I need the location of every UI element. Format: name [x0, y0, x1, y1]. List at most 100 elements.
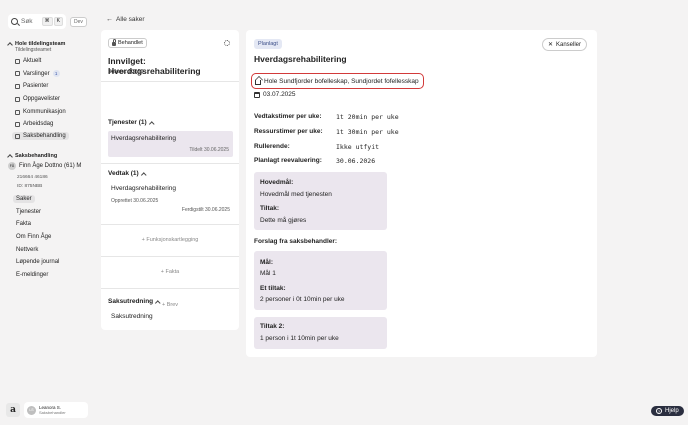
sidebar-item-label: Kommunikasjon	[23, 109, 66, 115]
status-badge: Behandlet	[108, 38, 147, 48]
tiltak2-header: Tiltak 2:	[260, 323, 285, 330]
calendar-icon	[15, 121, 20, 127]
detail-title: Hverdagsrehabilitering	[254, 54, 347, 64]
tjenester-toggle[interactable]: Tjenester (1)	[108, 119, 154, 126]
et-tiltak-value: 2 personer i 0t 10min per uke	[260, 296, 345, 303]
saksutredning-toggle[interactable]: Saksutredning	[108, 298, 161, 305]
row-value: 1t 20min per uke	[336, 113, 399, 121]
forslag-box: Mål: Mål 1 Et tiltak: 2 personer i 0t 10…	[254, 251, 387, 310]
service-detail-card: Planlagt ✕ Kanseller Hverdagsrehabiliter…	[246, 30, 597, 357]
sidebar-item-label: Aktuelt	[23, 58, 42, 64]
back-link[interactable]: ← Alle saker	[106, 16, 145, 23]
cancel-button[interactable]: ✕ Kanseller	[541, 38, 587, 51]
sidebar-item-label: Pasienter	[23, 83, 49, 89]
bell-icon	[15, 71, 20, 76]
user-role: Saksbehandler	[39, 410, 66, 415]
case-nav-tjenester[interactable]: Tjenester	[13, 208, 44, 216]
chevron-up-icon	[7, 42, 13, 48]
user-menu[interactable]: LS Leanora S. Saksbehandler	[24, 402, 88, 418]
add-kartlegging-button[interactable]: + Funksjonskartlegging	[101, 237, 239, 243]
patient-id: ID: 875NBB	[17, 184, 43, 189]
tiltak-value: Dette må gjøres	[260, 217, 307, 224]
case-card: Behandlet Innvilget: Hverdagsrehabiliter…	[101, 30, 239, 330]
search-placeholder: Søk	[21, 18, 33, 25]
sidebar-item-label: Saksbehandling	[23, 133, 66, 139]
arrow-left-icon: ←	[106, 16, 113, 23]
tiltak-header: Tiltak:	[260, 205, 280, 212]
cancel-label: Kanseller	[555, 41, 581, 48]
row-label: Ressurstimer per uke:	[254, 128, 323, 135]
help-button[interactable]: ? Hjelp	[651, 406, 684, 416]
folder-icon	[15, 133, 20, 139]
divider	[101, 224, 239, 225]
patient-link[interactable]: FÅ Finn Åge Dottno (61) M	[8, 162, 81, 170]
sidebar-item-pasienter[interactable]: Pasienter	[12, 82, 51, 90]
tiltak2-box: Tiltak 2: 1 person i 1t 10min per uke	[254, 317, 387, 349]
divider	[101, 256, 239, 257]
vedtak-finished: Ferdigstilt 30.06.2025	[181, 207, 230, 213]
tiltak2-value: 1 person i 1t 10min per uke	[260, 335, 339, 342]
case-nav-journal[interactable]: Løpende journal	[13, 258, 62, 266]
row-label: Vedtakstimer per uke:	[254, 113, 322, 120]
add-fakta-button[interactable]: + Fakta	[101, 269, 239, 275]
chevron-up-icon	[7, 154, 13, 160]
sidebar-item-saksbehandling[interactable]: Saksbehandling	[12, 132, 69, 140]
row-label: Rullerende:	[254, 143, 290, 150]
chevron-up-icon	[140, 172, 146, 177]
vedtak-created: Opprettet 30.06.2025	[111, 198, 159, 204]
divider	[101, 288, 239, 289]
k-key: K	[53, 17, 63, 26]
service-date: Tildelt 30.06.2025	[189, 147, 229, 153]
patient-name: Finn Åge Dottno (61) M	[19, 163, 82, 169]
address-text: Hole Sundfjorder bofelleskap, Sundjordet…	[264, 77, 419, 85]
app-logo: a	[6, 403, 20, 417]
chat-icon	[15, 109, 20, 115]
goal-header: Hovedmål:	[260, 179, 294, 186]
house-icon	[255, 79, 261, 85]
org-sub: Tildelingsteamet	[15, 47, 52, 53]
case-nav-emeldinger[interactable]: E-meldinger	[13, 271, 51, 279]
date-text: 03.07.2025	[263, 91, 296, 98]
search-input[interactable]: Søk ⌘ K	[8, 14, 66, 29]
gear-icon[interactable]	[224, 40, 230, 46]
case-nav-fakta[interactable]: Fakta	[13, 220, 34, 228]
row-label: Planlagt reevaluering:	[254, 157, 322, 164]
service-item[interactable]: Hverdagsrehabilitering Tildelt 30.06.202…	[108, 131, 233, 157]
sidebar-item-oppgavelister[interactable]: Oppgavelister	[12, 95, 63, 103]
users-icon	[15, 83, 20, 89]
close-icon: ✕	[547, 42, 553, 48]
user-card: a LS Leanora S. Saksbehandler	[6, 402, 88, 418]
case-group-toggle[interactable]: Saksbehandling	[7, 153, 58, 160]
status-label: Behandlet	[118, 40, 143, 46]
sidebar-item-kommunikasjon[interactable]: Kommunikasjon	[12, 108, 69, 116]
case-nav-om[interactable]: Om Finn Åge	[13, 233, 54, 241]
sidebar-item-aktuelt[interactable]: Aktuelt	[12, 57, 44, 65]
maal-header: Mål:	[260, 259, 273, 266]
goal-value: Hovedmål med tjenesten	[260, 191, 332, 198]
sidebar-item-label: Arbeidsdag	[23, 121, 54, 127]
lock-icon	[112, 39, 116, 46]
notification-count: 1	[52, 70, 60, 77]
vedtak-name[interactable]: Hverdagsrehabilitering	[111, 185, 176, 192]
section-header: Vedtak (1)	[108, 170, 139, 177]
vedtak-toggle[interactable]: Vedtak (1)	[108, 170, 146, 177]
forslag-header: Forslag fra saksbehandler:	[254, 238, 338, 245]
divider	[101, 81, 239, 82]
cmd-key: ⌘	[41, 17, 53, 26]
divider	[101, 163, 239, 164]
case-nav-saker[interactable]: Saker	[13, 195, 35, 203]
avatar: FÅ	[8, 162, 16, 170]
saksutredning-item[interactable]: Saksutredning	[111, 313, 153, 320]
et-tiltak-header: Et tiltak:	[260, 285, 286, 292]
address-field[interactable]: Hole Sundfjorder bofelleskap, Sundjordet…	[251, 73, 424, 89]
row-value: 1t 30min per uke	[336, 128, 399, 136]
question-icon: ?	[656, 408, 662, 414]
case-nav-nettverk[interactable]: Nettverk	[13, 246, 41, 254]
case-group-label: Saksbehandling	[15, 153, 58, 159]
back-link-label: Alle saker	[116, 16, 145, 23]
sidebar-item-varslinger[interactable]: Varslinger 1	[12, 69, 63, 78]
sidebar: Søk ⌘ K Dev Hole tildelingsteam Tildelin…	[0, 0, 92, 425]
maal-value: Mål 1	[260, 270, 276, 277]
chevron-up-icon	[148, 121, 154, 126]
sidebar-item-arbeidsdag[interactable]: Arbeidsdag	[12, 120, 56, 128]
